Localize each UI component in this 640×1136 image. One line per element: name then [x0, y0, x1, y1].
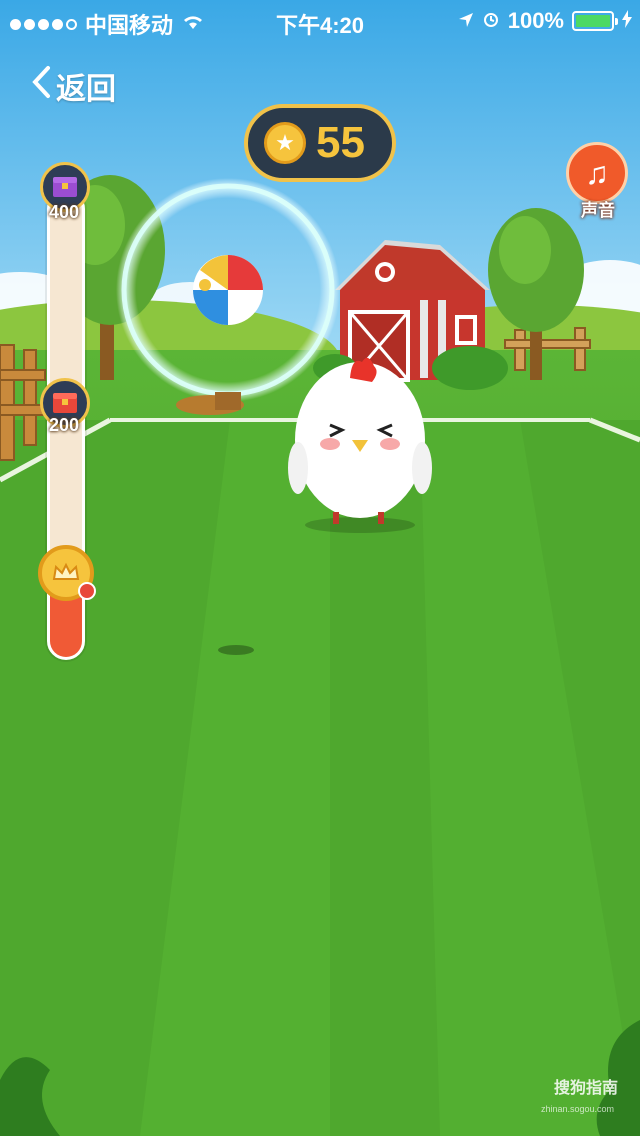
milestone-label: 400 [48, 202, 80, 222]
charging-bolt-icon [622, 8, 632, 34]
battery-icon [572, 11, 618, 31]
music-note-icon: ♫ [566, 142, 628, 204]
back-label: 返回 [56, 73, 116, 106]
coin-counter: ★ 55 [244, 104, 396, 182]
star-coin-icon: ★ [264, 122, 306, 164]
watermark: 搜狗指南 [553, 1080, 618, 1097]
battery-percent: 100% [507, 8, 564, 33]
location-arrow-icon [458, 8, 474, 34]
alarm-clock-icon [482, 8, 500, 34]
chevron-left-icon [30, 65, 52, 107]
watermark-url: zhinan.sogou.com [540, 1104, 614, 1114]
back-button[interactable]: 返回 [30, 64, 116, 108]
milestone-label: 200 [48, 415, 80, 435]
check-icon [78, 582, 96, 600]
sound-label: 声音 [581, 201, 615, 220]
status-right: 100% [458, 8, 632, 34]
game-stage[interactable]: 中国移动 下午4:20 100% 返回 ★ 55 ♫ 声音 400 200 搜狗… [0, 0, 640, 1136]
status-bar: 中国移动 下午4:20 100% [0, 0, 640, 40]
sound-button[interactable]: ♫ 声音 [566, 142, 630, 222]
coin-count: 55 [316, 118, 365, 167]
